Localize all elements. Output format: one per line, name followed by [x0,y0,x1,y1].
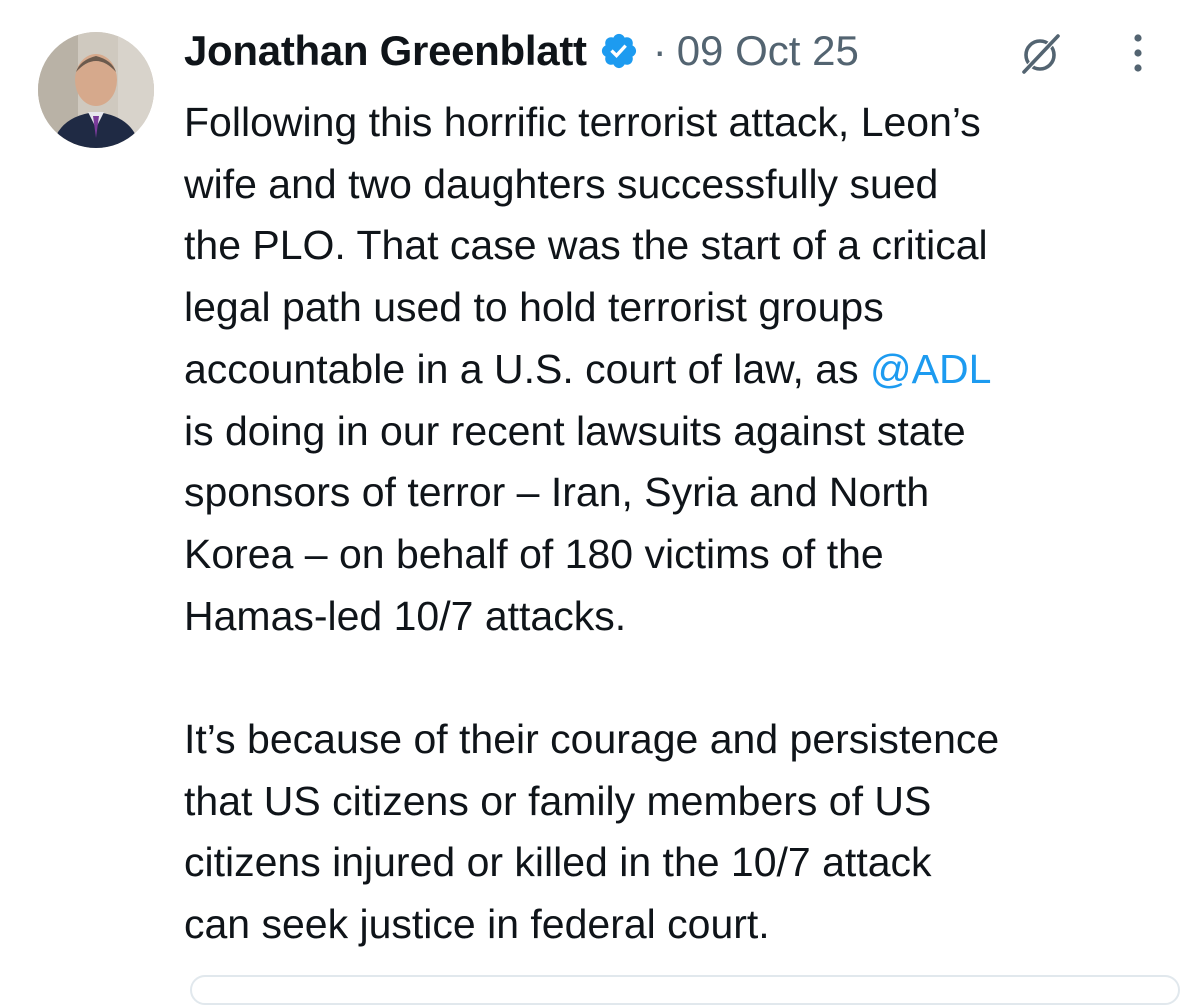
paragraph-1-text-b: is doing in our recent lawsuits against … [184,407,966,639]
mention-link[interactable]: @ADL [870,346,991,392]
more-options-icon[interactable] [1128,30,1148,76]
grok-icon[interactable] [1016,30,1064,78]
tweet-timestamp[interactable]: 09 Oct 25 [677,27,859,75]
header-separator: · [652,27,667,74]
avatar-photo [38,32,154,148]
author-avatar[interactable] [38,32,154,148]
paragraph-1-text-a: Following this horrific terrorist attack… [184,99,988,392]
tweet-text: Following this horrific terrorist attack… [184,92,1184,956]
embedded-card-edge[interactable] [190,975,1180,1005]
tweet-paragraph-2: It’s because of their courage and persis… [184,716,1000,948]
tweet-header: Jonathan Greenblatt · 09 Oct 25 [184,26,859,76]
author-name[interactable]: Jonathan Greenblatt [184,27,587,75]
verified-badge-icon [599,31,639,71]
tweet-paragraph-1: Following this horrific terrorist attack… [184,92,1184,647]
